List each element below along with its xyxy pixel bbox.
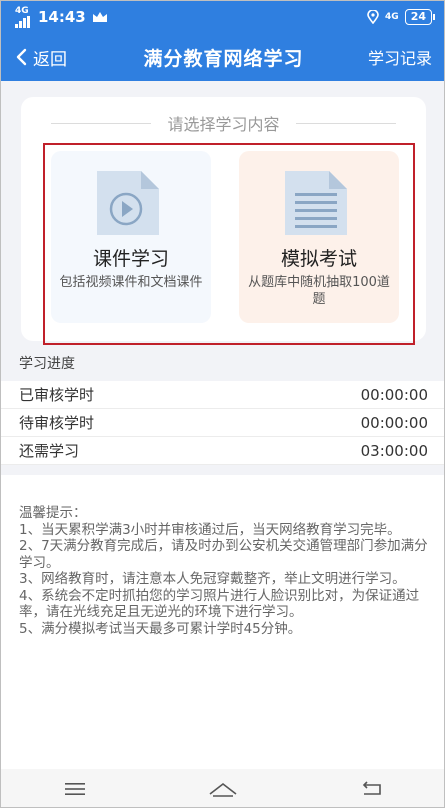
tip-item: 1、当天累积学满3小时并审核通过后，当天网络教育学习完毕。	[19, 521, 401, 538]
app-screen: 4G 14:43 4G 24 返回 满分教育网络学习 学习记录 请选择学习内容	[0, 0, 445, 808]
home-icon	[209, 782, 237, 797]
nav-back-button[interactable]	[354, 777, 390, 801]
selection-title-row: 请选择学习内容	[21, 111, 426, 135]
selection-title: 请选择学习内容	[167, 115, 280, 134]
tip-item: 4、系统会不定时抓拍您的学习照片进行人脸识别比对，为保证通过率，请在光线充足且无…	[19, 587, 420, 621]
network-type: 4G	[15, 5, 29, 16]
study-record-button[interactable]: 学习记录	[368, 45, 432, 69]
tips-title: 温馨提示：	[19, 505, 87, 521]
signal-icon	[15, 15, 30, 28]
divider-left	[51, 122, 152, 124]
tips-panel: 温馨提示： 1、当天累积学满3小时并审核通过后，当天网络教育学习完毕。 2、7天…	[1, 475, 444, 769]
highlight-box	[43, 143, 415, 345]
progress-row-value: 00:00:00	[360, 385, 428, 404]
location-icon	[367, 10, 379, 24]
battery-icon: 24	[404, 9, 436, 25]
progress-row-value: 00:00:00	[360, 413, 428, 432]
menu-button[interactable]	[57, 777, 93, 801]
tip-item: 2、7天满分教育完成后，请及时办到公安机关交通管理部门参加满分学习。	[19, 538, 428, 571]
progress-label: 学习进度	[19, 356, 75, 372]
tip-item: 5、满分模拟考试当天最多可累计学时45分钟。	[19, 620, 302, 637]
home-button[interactable]	[205, 777, 241, 801]
progress-row-approved: 已审核学时 00:00:00	[1, 381, 444, 409]
battery-level: 24	[410, 10, 426, 23]
progress-row-value: 03:00:00	[360, 441, 428, 460]
progress-row-label: 还需学习	[19, 442, 80, 460]
progress-row-label: 待审核学时	[19, 414, 95, 432]
progress-row-remaining: 还需学习 03:00:00	[1, 437, 444, 465]
system-nav-bar	[1, 769, 444, 807]
back-label: 返回	[33, 49, 67, 70]
clock: 14:43	[38, 8, 86, 26]
network-type-right: 4G	[385, 12, 399, 22]
signal-indicator: 4G	[15, 5, 30, 28]
divider-right	[295, 122, 396, 124]
crown-icon	[92, 12, 107, 22]
progress-row-label: 已审核学时	[19, 386, 95, 404]
status-bar: 4G 14:43 4G 24	[1, 1, 444, 33]
back-button[interactable]: 返回	[15, 45, 67, 70]
progress-row-pending: 待审核学时 00:00:00	[1, 409, 444, 437]
menu-icon	[65, 783, 86, 795]
back-icon	[362, 781, 381, 795]
tip-item: 3、网络教育时，请注意本人免冠穿戴整齐，举止文明进行学习。	[19, 571, 406, 587]
chevron-left-icon	[16, 48, 27, 66]
progress-list: 已审核学时 00:00:00 待审核学时 00:00:00 还需学习 03:00…	[1, 381, 444, 465]
app-header: 返回 满分教育网络学习 学习记录	[1, 33, 444, 81]
